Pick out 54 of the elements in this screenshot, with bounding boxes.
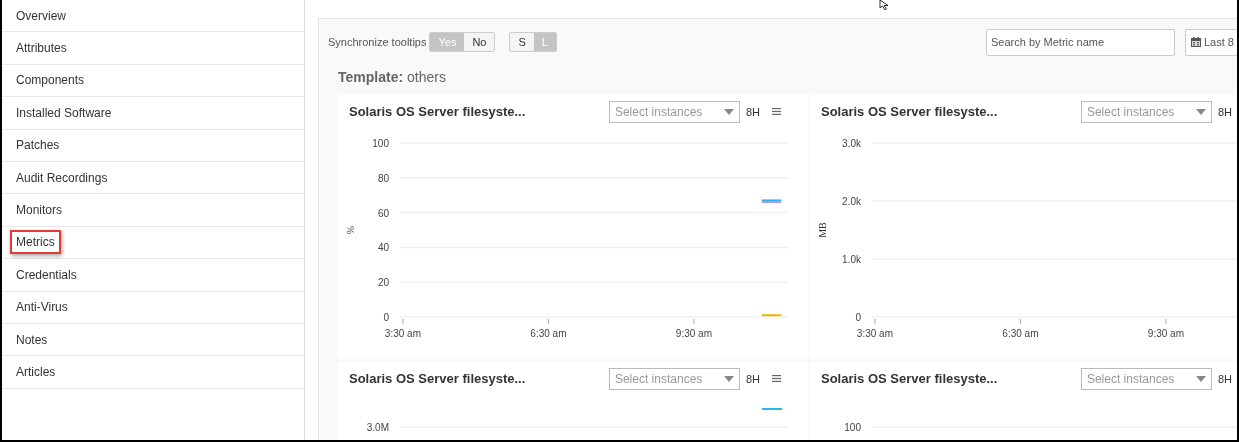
y-tick-label: 100 — [372, 138, 389, 149]
y-tick-label: 100 — [844, 422, 861, 433]
menu-icon[interactable] — [772, 108, 781, 115]
x-tick-label: 6:30 am — [530, 328, 567, 339]
x-tick-label: 6:30 am — [1002, 328, 1039, 339]
y-tick-label: 3.0M — [366, 422, 389, 433]
time-range-button[interactable]: 8H — [1214, 372, 1235, 385]
template-heading: Template: others — [338, 69, 446, 87]
caret-icon — [1195, 375, 1206, 382]
x-tick-label: 3:30 am — [384, 328, 421, 339]
y-tick-label: 2.0k — [842, 196, 861, 207]
sidebar-item[interactable]: Notes — [10, 327, 54, 352]
sidebar-item[interactable]: Audit Recordings — [10, 165, 114, 190]
y-tick-label: 0 — [383, 312, 389, 323]
y-axis-label: % — [345, 225, 356, 235]
caret-icon — [1195, 108, 1206, 115]
search-field[interactable]: Search by Metric name — [986, 28, 1175, 56]
y-tick-label: 3.0k — [842, 138, 861, 149]
sidebar-item[interactable]: Anti-Virus — [10, 295, 74, 320]
sidebar-item[interactable]: Patches — [10, 133, 66, 158]
y-tick-label: 0 — [855, 312, 861, 323]
x-tick-label: 9:30 am — [1147, 328, 1184, 339]
sidebar-item[interactable]: Attributes — [10, 36, 73, 61]
sidebar-item[interactable]: Installed Software — [10, 100, 118, 125]
y-tick-label: 1.0k — [842, 254, 861, 265]
menu-icon[interactable] — [772, 375, 781, 382]
calendar-icon — [1191, 37, 1201, 47]
time-range-button[interactable]: 8H — [742, 372, 763, 385]
time-range-button[interactable]: 8H — [1214, 105, 1235, 118]
series-line — [760, 314, 783, 317]
x-tick-label: 3:30 am — [856, 328, 893, 339]
time-range-button[interactable]: 8H — [742, 105, 763, 118]
x-tick-label: 9:30 am — [675, 328, 712, 339]
sync-tooltips-label: Synchronize tooltips — [328, 36, 427, 48]
date-range-button[interactable]: Last 8 — [1185, 28, 1237, 56]
sidebar-item[interactable]: Articles — [10, 360, 62, 384]
y-tick-label: 20 — [377, 277, 389, 289]
y-tick-label: 40 — [377, 242, 389, 254]
caret-icon — [723, 108, 734, 115]
toggle-option[interactable]: No — [464, 33, 495, 51]
sidebar-item[interactable]: Components — [10, 68, 91, 93]
chart-title: Solaris OS Server filesyste... — [349, 104, 526, 119]
sidebar-item[interactable]: Monitors — [10, 198, 68, 223]
sidebar-item[interactable]: Overview — [10, 3, 72, 28]
y-tick-label: 80 — [377, 172, 389, 184]
sidebar-item[interactable]: Credentials — [10, 262, 83, 287]
caret-icon — [723, 375, 734, 382]
size-option[interactable]: S — [510, 33, 534, 51]
chart-title: Solaris OS Server filesyste... — [821, 371, 998, 386]
sidebar-item[interactable]: Metrics — [10, 230, 61, 255]
chart-title: Solaris OS Server filesyste... — [349, 371, 526, 386]
chart-title: Solaris OS Server filesyste... — [821, 104, 998, 119]
y-tick-label: 60 — [377, 207, 389, 219]
y-axis-label: MB — [817, 222, 828, 238]
